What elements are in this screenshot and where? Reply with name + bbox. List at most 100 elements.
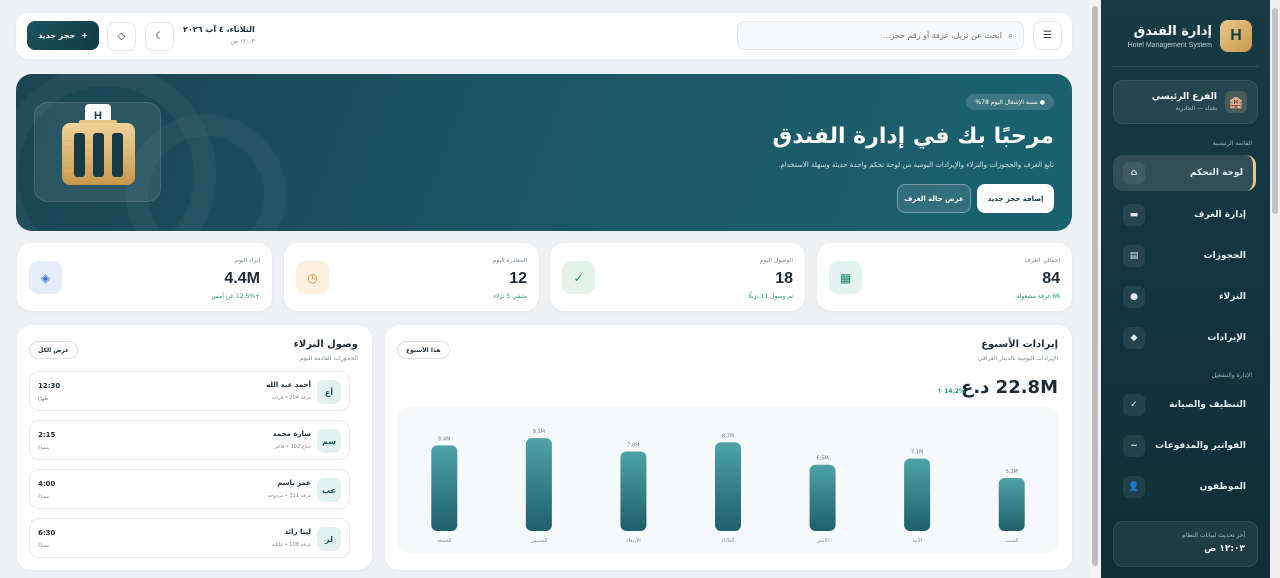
sidebar-item-bookings[interactable]: الحجوزات ▤ (1113, 238, 1256, 274)
sidebar-item-staff[interactable]: الموظفون 👤 (1113, 469, 1256, 505)
check-icon: ✓ (1123, 394, 1145, 416)
chart-data-label: 7.8M (627, 442, 639, 448)
sidebar-item-label: التنظيف والصيانة (1169, 400, 1246, 410)
view-rooms-status-button[interactable]: عرض حالة الغرف (897, 184, 971, 213)
sidebar-item-label: الفواتير والمدفوعات (1155, 441, 1246, 451)
arrival-item[interactable]: أع أحمد عبد الله غرفة 204 • فردية 12:30 … (29, 371, 350, 411)
sidebar-item-dashboard[interactable]: لوحة التحكم ⌂ (1113, 155, 1256, 191)
current-date: الثلاثاء، ٤ آب ٢٠٢٦ (183, 25, 255, 34)
check-icon: ✓ (562, 261, 595, 294)
branch-selector[interactable]: 🏨 الفرع الرئيسي بغداد — الجادرية (1113, 80, 1258, 124)
brand-title: إدارة الفندق (1133, 23, 1212, 39)
arrival-period: مساءً (38, 445, 50, 451)
chart-category-label: السبت (1005, 538, 1019, 544)
revenue-title: إيرادات الأسبوع (981, 339, 1058, 350)
clock-icon: ◷ (296, 261, 329, 294)
moon-icon: ☾ (155, 31, 164, 42)
update-label: آخر تحديث لبيانات النظام (1182, 532, 1245, 539)
chart-bar (998, 477, 1025, 531)
chart-data-label: 7.1M (911, 450, 923, 456)
guest-name: لينا رائد (284, 528, 311, 536)
guest-name: أحمد عبد الله (266, 381, 311, 389)
new-booking-label: حجز جديد (38, 31, 76, 40)
guest-room: غرفة 108 • عائلية (271, 542, 311, 548)
hero-description: تابع الغرف والحجوزات والنزلاء والإيرادات… (778, 161, 1054, 169)
stat-sub: تم وصول 11 نزيلًا (748, 293, 793, 300)
arrival-item[interactable]: سم سارة محمد جناح 302 • فاخر 2:15 مساءً (29, 420, 350, 460)
stat-value: 18 (775, 270, 793, 287)
last-update-box: آخر تحديث لبيانات النظام ١٢:٠٣ ص (1113, 521, 1258, 567)
avatar: أع (317, 380, 341, 404)
stat-label: الوصول اليوم (759, 257, 793, 264)
revenue-change: ↑ 14.2% (937, 388, 965, 395)
view-all-button[interactable]: عرض الكل (29, 341, 79, 359)
home-icon: ⌂ (1123, 162, 1145, 184)
chart-data-label: 6.5M (816, 456, 828, 462)
revenue-subtitle: الإيرادات اليومية بالدينار العراقي (977, 355, 1058, 362)
window-scrollbar[interactable] (1270, 0, 1280, 578)
main-scrollbar-thumb[interactable] (1092, 6, 1098, 566)
notifications-button[interactable]: ◇ (107, 22, 136, 51)
bookings-icon: ▤ (1123, 245, 1145, 267)
chart-data-label: 8.4M (438, 436, 450, 442)
arrival-period: مساءً (38, 543, 50, 549)
sidebar-item-label: لوحة التحكم (1189, 168, 1243, 178)
chart-category-label: الأربعاء (626, 537, 640, 544)
menu-icon: ☰ (1043, 30, 1052, 41)
guest-room: غرفة 311 • مزدوجة (267, 493, 311, 499)
sidebar-item-rooms[interactable]: إدارة الغرف ▬ (1113, 197, 1256, 233)
sidebar-item-guests[interactable]: النزلاء ● (1113, 279, 1256, 315)
arrival-item[interactable]: لر لينا رائد غرفة 108 • عائلية 6:30 مساء… (29, 518, 350, 558)
arrival-period: ظهرًا (38, 396, 49, 402)
diamond-icon: ◈ (29, 261, 62, 294)
period-filter-button[interactable]: هذا الأسبوع (397, 341, 450, 359)
guest-room: غرفة 204 • فردية (271, 395, 311, 401)
theme-toggle-button[interactable]: ☾ (145, 22, 174, 51)
hero-title: مرحبًا بك في إدارة الفندق (772, 124, 1054, 149)
revenue-icon: ◆ (1123, 327, 1145, 349)
arrival-time: 12:30 (38, 382, 61, 390)
sidebar-item-label: إدارة الغرف (1193, 210, 1246, 220)
sidebar-item-revenue[interactable]: الإيرادات ◆ (1113, 320, 1256, 356)
chart-category-label: الأحد (912, 537, 922, 544)
chart-bar (525, 438, 552, 531)
arrival-item[interactable]: عب عمر باسم غرفة 311 • مزدوجة 4:00 مساءً (29, 469, 350, 509)
chart-category-label: الخميس (530, 538, 547, 544)
menu-button[interactable]: ☰ (1033, 21, 1062, 50)
guest-arrivals-card: وصول النزلاء الحجوزات القادمة اليوم عرض … (17, 325, 372, 570)
search-input[interactable] (761, 31, 1002, 40)
sidebar-item-label: الحجوزات (1203, 251, 1246, 261)
top-bar: + حجز جديد ◇ ☾ الثلاثاء، ٤ آب ٢٠٢٦ ١٢:٠٣… (16, 13, 1072, 59)
brand: H إدارة الفندق Hotel Management System (1128, 20, 1252, 52)
sidebar-item-invoices[interactable]: الفواتير والمدفوعات ~ (1113, 428, 1256, 464)
guest-name: عمر باسم (277, 479, 311, 487)
hotel-building-icon: H (62, 104, 135, 185)
avatar: عب (317, 478, 341, 502)
new-booking-button[interactable]: + حجز جديد (27, 21, 99, 50)
update-time: ١٢:٠٣ ص (1204, 544, 1245, 554)
stat-label: إيراد اليوم (234, 257, 260, 264)
hotel-illustration: H (34, 102, 161, 202)
chart-bar (431, 445, 458, 531)
revenue-total: 22.8M د.ع (961, 377, 1058, 398)
chart-category-label: الجمعة (437, 538, 451, 544)
chart-bar (620, 451, 647, 531)
sidebar-item-housekeeping[interactable]: التنظيف والصيانة ✓ (1113, 387, 1256, 423)
stat-value: 84 (1042, 270, 1060, 287)
stat-card-arrivals: ✓ الوصول اليوم 18 تم وصول 11 نزيلًا (550, 243, 805, 311)
add-booking-button[interactable]: إضافة حجز جديد (977, 184, 1054, 213)
hero-banner: H ● نسبة الإشغال اليوم 78% مرحبًا بك في … (16, 74, 1072, 231)
main-scrollbar[interactable] (1090, 0, 1100, 578)
chart-bar (904, 458, 931, 531)
app: + حجز جديد ◇ ☾ الثلاثاء، ٤ آب ٢٠٢٦ ١٢:٠٣… (0, 0, 1280, 578)
arrival-time: 6:30 (38, 529, 56, 537)
sidebar-item-label: النزلاء (1218, 292, 1246, 302)
arrivals-title: وصول النزلاء (293, 339, 358, 350)
chart-bar (809, 464, 836, 531)
staff-icon: 👤 (1123, 476, 1145, 498)
chart-category-label: الاثنين (816, 538, 828, 544)
stat-sub: +12.5% عن أمس (211, 293, 260, 300)
window-scrollbar-thumb[interactable] (1272, 8, 1278, 214)
stat-card-revenue: ◈ إيراد اليوم 4.4M +12.5% عن أمس (17, 243, 272, 311)
invoice-icon: ~ (1123, 435, 1145, 457)
